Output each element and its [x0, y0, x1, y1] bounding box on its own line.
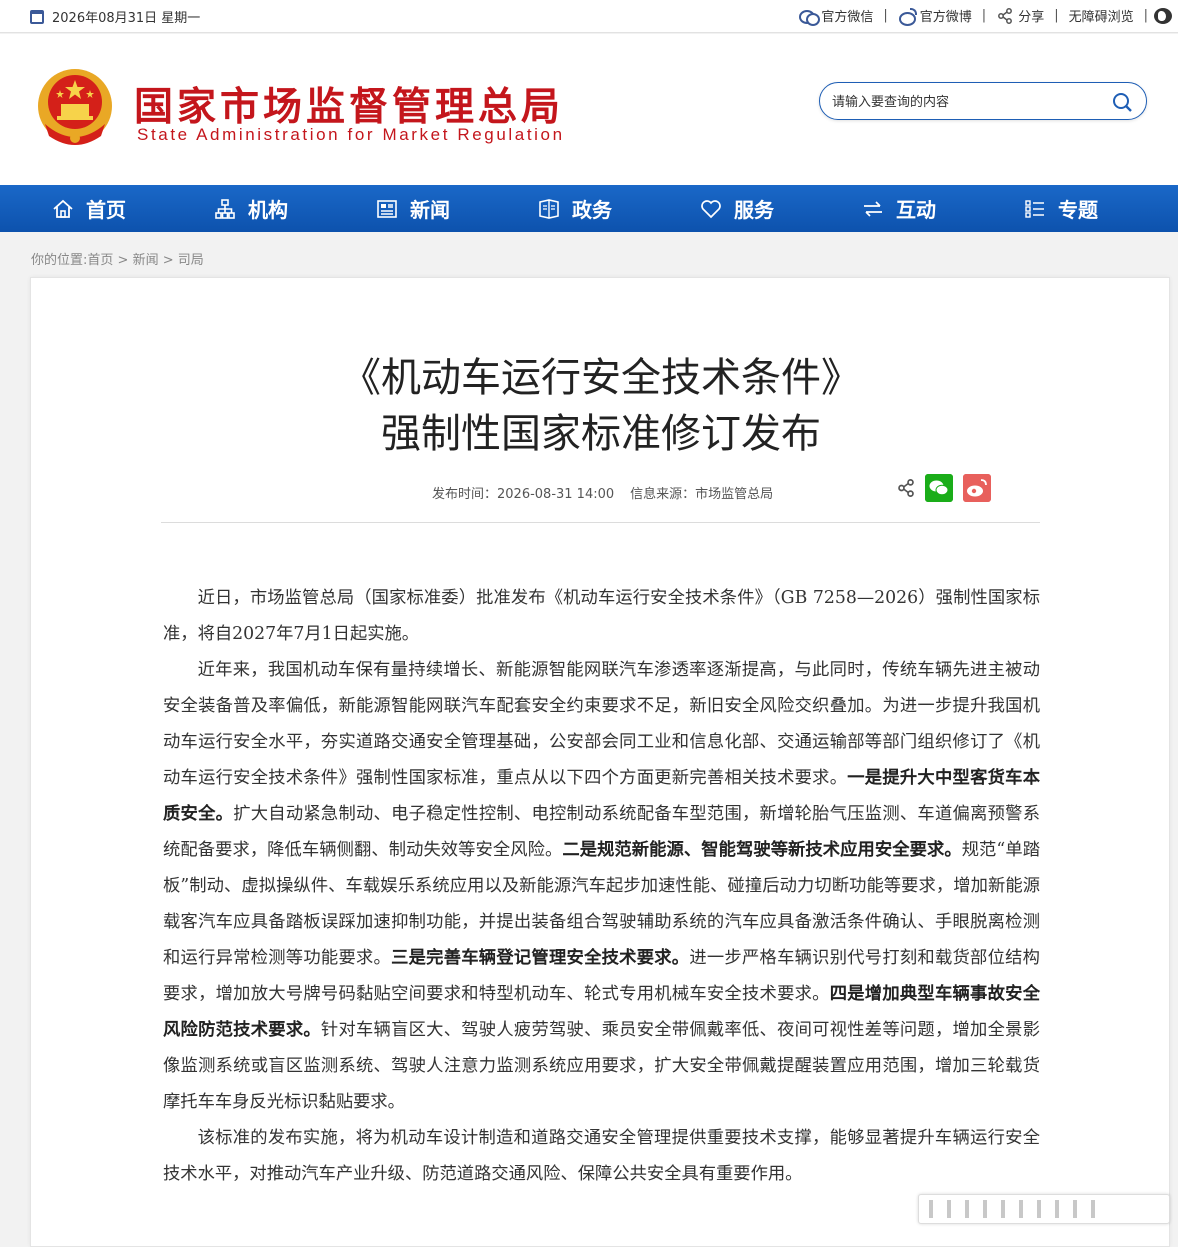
- article-paragraph: 近日，市场监管总局（国家标准委）批准发布《机动车运行安全技术条件》（GB 725…: [163, 580, 1040, 652]
- site-logo-chinese[interactable]: 国家市场监督管理总局: [134, 76, 564, 132]
- nav-gov-label: 政务: [572, 198, 612, 222]
- nav-item-services[interactable]: 服务: [700, 185, 774, 232]
- top-utility-bar: 2026年08月31日 星期一 官方微信 | 官方微博 | 分享 | 无障碍浏览: [0, 0, 1178, 33]
- article-title: 《机动车运行安全技术条件》 强制性国家标准修订发布: [31, 350, 1171, 462]
- article-card: 《机动车运行安全技术条件》 强制性国家标准修订发布 发布时间：2026-08-3…: [30, 277, 1170, 1247]
- gov-icon: [539, 198, 559, 219]
- weibo-icon: [898, 7, 917, 26]
- toolbar-mark: [947, 1200, 951, 1218]
- toolbar-mark: [929, 1200, 933, 1218]
- breadcrumb-news-link[interactable]: 新闻: [133, 253, 159, 268]
- news-icon: [377, 199, 397, 218]
- official-weibo-link[interactable]: 官方微博: [894, 6, 976, 26]
- globe-icon[interactable]: [1154, 7, 1172, 24]
- topics-icon: [1025, 199, 1044, 218]
- breadcrumb-department-link[interactable]: 司局: [178, 253, 204, 268]
- paragraph-key-point: 三是完善车辆登记管理安全技术要求。: [391, 948, 690, 968]
- breadcrumb-prefix: 你的位置:: [31, 253, 88, 268]
- site-logo-english[interactable]: State Administration for Market Regulati…: [137, 125, 565, 145]
- share-icon[interactable]: [897, 479, 915, 497]
- official-wechat-link[interactable]: 官方微信: [795, 6, 877, 26]
- accessibility-link[interactable]: 无障碍浏览: [1065, 6, 1138, 25]
- nav-item-interaction[interactable]: 互动: [862, 185, 936, 232]
- nav-item-organization[interactable]: 机构: [214, 185, 288, 232]
- article-title-line1: 《机动车运行安全技术条件》: [341, 355, 861, 401]
- main-navigation: 首页 机构 新闻 政务 服务 互动 专题: [0, 185, 1178, 232]
- search-input[interactable]: [832, 93, 1092, 111]
- paragraph-text: 该标准的发布实施，将为机动车设计制造和道路交通安全管理提供重要技术支撑，能够显著…: [163, 1128, 1040, 1184]
- nav-home-label: 首页: [86, 198, 126, 222]
- wechat-icon: [799, 8, 821, 26]
- wechat-share-icon[interactable]: [925, 474, 953, 502]
- date-text: 2026年08月31日 星期一: [52, 11, 201, 26]
- share-buttons: [897, 474, 991, 502]
- calendar-icon: [30, 9, 44, 24]
- toolbar-mark: [965, 1200, 969, 1218]
- breadcrumb-separator: >: [117, 253, 129, 268]
- nav-item-government-affairs[interactable]: 政务: [538, 185, 612, 232]
- breadcrumb: 你的位置:首页 > 新闻 > 司局: [31, 249, 204, 268]
- separator: |: [981, 8, 987, 23]
- floating-toolbar[interactable]: [918, 1194, 1170, 1224]
- nav-interaction-label: 互动: [896, 198, 936, 222]
- toolbar-mark: [1037, 1200, 1041, 1218]
- top-links: 官方微信 | 官方微博 | 分享 | 无障碍浏览 |: [795, 6, 1172, 26]
- search-box: [819, 82, 1147, 120]
- share-link[interactable]: 分享: [992, 6, 1048, 25]
- accessibility-label: 无障碍浏览: [1068, 10, 1134, 25]
- nav-item-topics[interactable]: 专题: [1024, 185, 1098, 232]
- home-icon: [53, 199, 73, 218]
- paragraph-key-point: 二是规范新能源、智能驾驶等新技术应用安全要求。: [562, 840, 962, 860]
- nav-item-home[interactable]: 首页: [52, 185, 126, 232]
- share-label: 分享: [1018, 10, 1045, 25]
- article-paragraph: 近年来，我国机动车保有量持续增长、新能源智能网联汽车渗透率逐渐提高，与此同时，传…: [163, 652, 1040, 1120]
- separator: |: [1054, 8, 1059, 23]
- toolbar-mark: [1091, 1200, 1095, 1218]
- current-date: 2026年08月31日 星期一: [30, 7, 200, 26]
- toolbar-mark: [1001, 1200, 1005, 1218]
- article-body: 近日，市场监管总局（国家标准委）批准发布《机动车运行安全技术条件》（GB 725…: [163, 580, 1040, 1192]
- info-source: 信息来源：市场监管总局: [630, 487, 774, 502]
- article-title-line2: 强制性国家标准修订发布: [381, 411, 821, 457]
- exchange-icon: [864, 200, 882, 217]
- national-emblem-icon: [38, 69, 112, 145]
- toolbar-mark: [1055, 1200, 1059, 1218]
- search-icon[interactable]: [1112, 92, 1132, 112]
- site-header: 国家市场监督管理总局 State Administration for Mark…: [0, 34, 1178, 185]
- nav-org-label: 机构: [248, 198, 288, 222]
- separator: |: [1143, 8, 1148, 23]
- article-paragraph: 该标准的发布实施，将为机动车设计制造和道路交通安全管理提供重要技术支撑，能够显著…: [163, 1120, 1040, 1192]
- title-divider: [161, 522, 1040, 523]
- publish-time: 发布时间：2026-08-31 14:00: [432, 487, 615, 502]
- toolbar-mark: [1019, 1200, 1023, 1218]
- weibo-share-icon[interactable]: [963, 474, 991, 502]
- official-weibo-label: 官方微博: [919, 10, 972, 25]
- nav-services-label: 服务: [734, 198, 774, 222]
- share-icon: [998, 7, 1013, 24]
- heart-icon: [701, 199, 721, 218]
- paragraph-text: 近日，市场监管总局（国家标准委）批准发布《机动车运行安全技术条件》（GB 725…: [163, 588, 1040, 644]
- nav-item-news[interactable]: 新闻: [376, 185, 450, 232]
- nav-news-label: 新闻: [410, 198, 450, 222]
- breadcrumb-home-link[interactable]: 首页: [87, 253, 113, 268]
- org-icon: [215, 198, 235, 219]
- nav-topics-label: 专题: [1058, 198, 1098, 222]
- breadcrumb-separator: >: [162, 253, 174, 268]
- separator: |: [883, 8, 888, 23]
- toolbar-mark: [1073, 1200, 1077, 1218]
- article-meta: 发布时间：2026-08-31 14:00 信息来源：市场监管总局: [432, 483, 773, 502]
- toolbar-mark: [983, 1200, 987, 1218]
- official-wechat-label: 官方微信: [821, 10, 874, 25]
